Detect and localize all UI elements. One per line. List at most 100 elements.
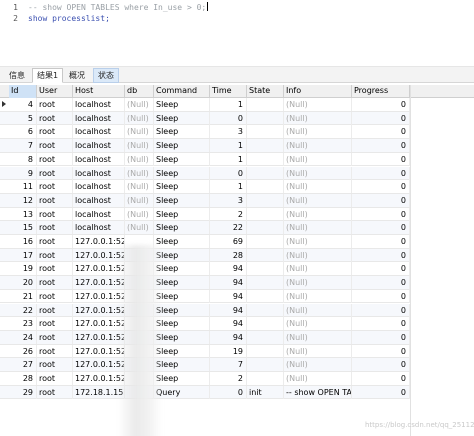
cell-state[interactable]	[247, 207, 284, 221]
table-row[interactable]: 13 root localhost (Null) Sleep 2 (Null) 0	[0, 207, 410, 222]
cell-state[interactable]	[247, 193, 284, 207]
cell-user[interactable]: root	[37, 358, 73, 372]
cell-state[interactable]	[247, 221, 284, 235]
cell-user[interactable]: root	[37, 276, 73, 290]
cell-db[interactable]: (Null)	[125, 221, 154, 235]
cell-id[interactable]: 9	[9, 166, 37, 180]
cell-info[interactable]: (Null)	[284, 207, 352, 221]
cell-command[interactable]: Sleep	[154, 344, 210, 358]
table-row[interactable]: 12 root localhost (Null) Sleep 3 (Null) 0	[0, 193, 410, 208]
cell-id[interactable]: 19	[9, 262, 37, 276]
cell-user[interactable]: root	[37, 98, 73, 111]
column-header-db[interactable]: db	[125, 85, 154, 98]
cell-state[interactable]	[247, 344, 284, 358]
cell-progress[interactable]: 0	[352, 193, 410, 207]
cell-state[interactable]	[247, 248, 284, 262]
cell-db[interactable]: (Null)	[125, 166, 154, 180]
cell-command[interactable]: Sleep	[154, 221, 210, 235]
column-header-state[interactable]: State	[247, 85, 284, 98]
cell-host[interactable]: localhost	[73, 152, 125, 166]
cell-time[interactable]: 0	[210, 111, 247, 125]
cell-info[interactable]: (Null)	[284, 221, 352, 235]
cell-info[interactable]: (Null)	[284, 276, 352, 290]
cell-time[interactable]: 22	[210, 221, 247, 235]
cell-db[interactable]: (Null)	[125, 193, 154, 207]
cell-progress[interactable]: 0	[352, 372, 410, 385]
cell-command[interactable]: Sleep	[154, 235, 210, 248]
cell-command[interactable]: Query	[154, 385, 210, 399]
tab-overview[interactable]: 概况	[64, 68, 90, 83]
cell-state[interactable]	[247, 235, 284, 248]
cell-user[interactable]: root	[37, 344, 73, 358]
cell-progress[interactable]: 0	[352, 358, 410, 372]
cell-time[interactable]: 19	[210, 344, 247, 358]
cell-state[interactable]	[247, 125, 284, 139]
column-header-time[interactable]: Time	[210, 85, 247, 98]
cell-user[interactable]: root	[37, 207, 73, 221]
cell-progress[interactable]: 0	[352, 303, 410, 317]
cell-info[interactable]: (Null)	[284, 139, 352, 153]
cell-state[interactable]	[247, 152, 284, 166]
cell-info[interactable]: (Null)	[284, 125, 352, 139]
cell-info[interactable]: (Null)	[284, 262, 352, 276]
cell-id[interactable]: 21	[9, 289, 37, 303]
sql-editor[interactable]: 1 2 -- show OPEN TABLES where In_use > 0…	[0, 0, 474, 62]
table-row[interactable]: 8 root localhost (Null) Sleep 1 (Null) 0	[0, 152, 410, 167]
cell-id[interactable]: 4	[9, 98, 37, 111]
cell-time[interactable]: 1	[210, 152, 247, 166]
cell-host[interactable]: localhost	[73, 98, 125, 111]
cell-user[interactable]: root	[37, 385, 73, 399]
cell-state[interactable]	[247, 289, 284, 303]
cell-info[interactable]: (Null)	[284, 180, 352, 194]
cell-info[interactable]: (Null)	[284, 372, 352, 385]
table-row[interactable]: 28root127.0.0.1:528Sleep2(Null)0	[0, 372, 410, 386]
cell-user[interactable]: root	[37, 317, 73, 331]
cell-id[interactable]: 6	[9, 125, 37, 139]
code-area[interactable]: -- show OPEN TABLES where In_use > 0; sh…	[28, 2, 209, 24]
cell-db[interactable]: (Null)	[125, 152, 154, 166]
cell-state[interactable]	[247, 139, 284, 153]
cell-id[interactable]: 17	[9, 248, 37, 262]
cell-id[interactable]: 8	[9, 152, 37, 166]
cell-info[interactable]: (Null)	[284, 248, 352, 262]
cell-id[interactable]: 29	[9, 385, 37, 399]
table-row[interactable]: 15 root localhost (Null) Sleep 22 (Null) 0	[0, 221, 410, 235]
cell-progress[interactable]: 0	[352, 248, 410, 262]
cell-user[interactable]: root	[37, 221, 73, 235]
cell-progress[interactable]: 0	[352, 344, 410, 358]
cell-user[interactable]: root	[37, 289, 73, 303]
cell-info[interactable]: -- show OPEN TAE	[284, 385, 352, 399]
cell-state[interactable]	[247, 303, 284, 317]
table-row[interactable]: 4 root localhost (Null) Sleep 1 (Null) 0	[0, 98, 410, 112]
table-row[interactable]: 21root127.0.0.1:528Sleep94(Null)0	[0, 289, 410, 304]
cell-progress[interactable]: 0	[352, 166, 410, 180]
cell-command[interactable]: Sleep	[154, 330, 210, 344]
cell-user[interactable]: root	[37, 248, 73, 262]
cell-time[interactable]: 2	[210, 372, 247, 385]
cell-user[interactable]: root	[37, 111, 73, 125]
cell-command[interactable]: Sleep	[154, 166, 210, 180]
cell-id[interactable]: 7	[9, 139, 37, 153]
table-row[interactable]: 26root127.0.0.1:528Sleep19(Null)0	[0, 344, 410, 359]
cell-host[interactable]: localhost	[73, 221, 125, 235]
cell-progress[interactable]: 0	[352, 289, 410, 303]
cell-state[interactable]	[247, 372, 284, 385]
table-row[interactable]: 9 root localhost (Null) Sleep 0 (Null) 0	[0, 166, 410, 181]
cell-time[interactable]: 0	[210, 166, 247, 180]
cell-state[interactable]	[247, 111, 284, 125]
cell-time[interactable]: 2	[210, 207, 247, 221]
cell-id[interactable]: 16	[9, 235, 37, 248]
table-row[interactable]: 5 root localhost (Null) Sleep 0 (Null) 0	[0, 111, 410, 126]
cell-user[interactable]: root	[37, 193, 73, 207]
cell-command[interactable]: Sleep	[154, 303, 210, 317]
cell-progress[interactable]: 0	[352, 317, 410, 331]
table-row[interactable]: 17root127.0.0.1:5286Sleep28(Null)0	[0, 248, 410, 263]
cell-state[interactable]	[247, 358, 284, 372]
cell-db[interactable]: (Null)	[125, 139, 154, 153]
cell-id[interactable]: 20	[9, 276, 37, 290]
cell-progress[interactable]: 0	[352, 235, 410, 248]
cell-db[interactable]: (Null)	[125, 180, 154, 194]
cell-command[interactable]: Sleep	[154, 372, 210, 385]
cell-user[interactable]: root	[37, 152, 73, 166]
table-row[interactable]: 24root127.0.0.1:528Sleep94(Null)0	[0, 330, 410, 345]
